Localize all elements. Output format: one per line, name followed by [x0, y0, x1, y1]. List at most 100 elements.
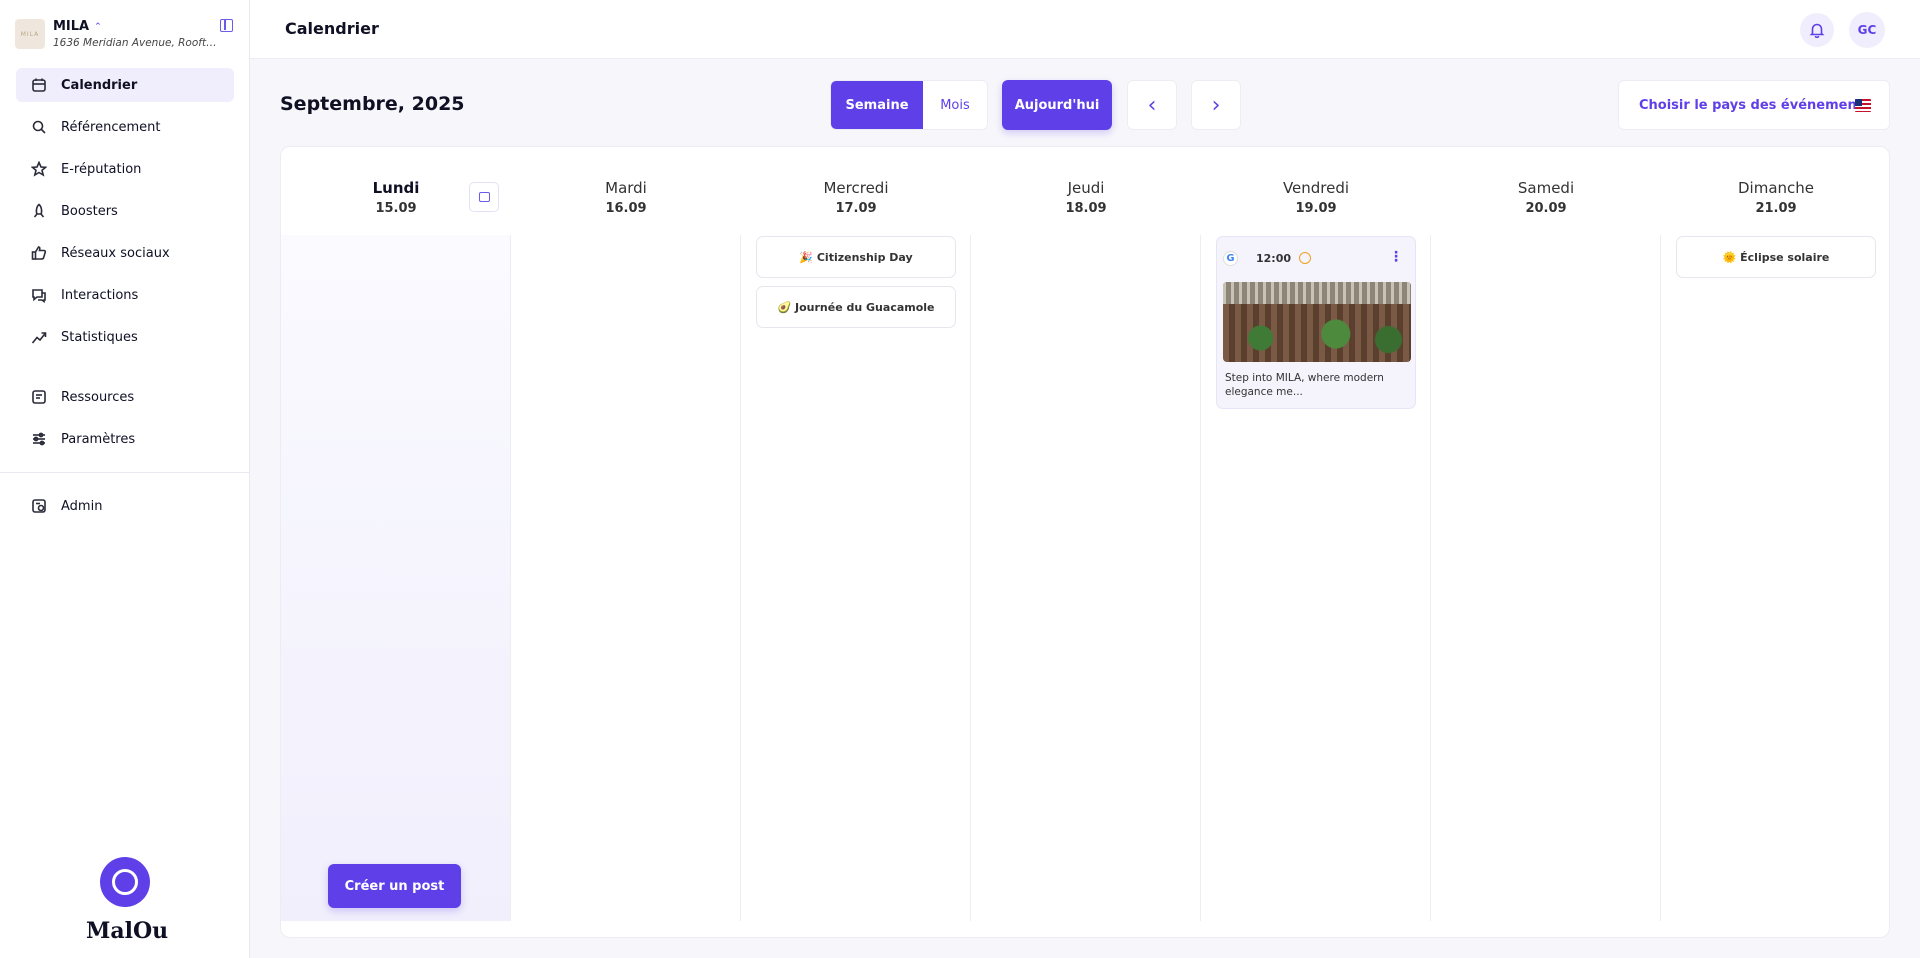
day-date: 17.09: [835, 201, 877, 216]
page-title: Calendrier: [285, 19, 379, 38]
week-calendar: Lundi 15.09 Mardi 16.09 Mercredi 17.09 🎉…: [280, 146, 1890, 938]
sidebar-item-reseaux-sociaux[interactable]: Réseaux sociaux: [16, 236, 234, 270]
day-body[interactable]: [511, 235, 741, 921]
calendar-icon: [478, 192, 490, 202]
day-name: Vendredi: [1282, 179, 1350, 197]
restaurant-address: 1636 Meridian Avenue, Rooftop...: [53, 37, 218, 49]
create-post-button[interactable]: Créer un post: [328, 864, 461, 908]
restaurant-name-text: MILA: [53, 19, 90, 34]
restaurant-selector[interactable]: MILA MILA ⌃ 1636 Meridian Avenue, Roofto…: [15, 14, 235, 54]
sidebar-item-parametres[interactable]: Paramètres: [16, 422, 234, 456]
admin-icon: [32, 499, 46, 513]
post-header: G 12:00 ⋮: [1223, 250, 1411, 266]
sidebar-item-admin[interactable]: Admin: [16, 489, 234, 523]
scheduled-post-card[interactable]: G 12:00 ⋮ Step into MILA, where modern e…: [1216, 236, 1416, 409]
event-chip-guacamole-day[interactable]: 🥑 Journée du Guacamole: [756, 286, 956, 328]
day-name: Jeudi: [1067, 179, 1105, 197]
day-body[interactable]: [281, 235, 511, 921]
date-picker-button[interactable]: [469, 182, 499, 212]
day-header: Mercredi 17.09: [741, 147, 971, 235]
day-name: Mardi: [605, 179, 647, 197]
sidebar-item-label: E-réputation: [61, 161, 142, 177]
day-body[interactable]: G 12:00 ⋮ Step into MILA, where modern e…: [1201, 235, 1431, 921]
sidebar-item-statistiques[interactable]: Statistiques: [16, 320, 234, 354]
restaurant-logo: MILA: [15, 19, 45, 49]
sidebar-item-label: Admin: [61, 498, 103, 514]
view-toggle: Semaine Mois: [830, 80, 988, 130]
rocket-icon: [33, 203, 45, 218]
sidebar-item-label: Ressources: [61, 389, 135, 405]
day-date: 19.09: [1295, 201, 1337, 216]
event-chip-solar-eclipse[interactable]: 🌞 Éclipse solaire: [1676, 236, 1876, 278]
malou-wordmark: MalOu: [86, 918, 169, 944]
more-options-icon[interactable]: ⋮: [1389, 250, 1403, 264]
sidebar-divider: [0, 472, 250, 473]
today-button[interactable]: Aujourd'hui: [1002, 80, 1112, 130]
search-icon: [32, 120, 46, 134]
malou-logo-icon: [100, 857, 150, 907]
day-column-tuesday: Mardi 16.09: [511, 147, 741, 937]
sidebar-item-label: Référencement: [61, 119, 161, 135]
post-caption: Step into MILA, where modern elegance me…: [1225, 372, 1384, 398]
day-header: Samedi 20.09: [1431, 147, 1661, 235]
day-header: Jeudi 18.09: [971, 147, 1201, 235]
day-body[interactable]: 🌞 Éclipse solaire: [1661, 235, 1889, 921]
day-header: Lundi 15.09: [281, 147, 511, 235]
chevron-right-icon: ›: [1211, 92, 1221, 118]
sidebar-item-e-reputation[interactable]: E-réputation: [16, 152, 234, 186]
bell-icon: [1809, 23, 1825, 38]
day-body[interactable]: [1431, 235, 1661, 921]
chevron-updown-icon[interactable]: ⌃: [94, 22, 102, 32]
main-nav: Calendrier Référencement E-réputation Bo…: [16, 68, 234, 362]
chevron-left-icon: ‹: [1147, 92, 1157, 118]
day-column-thursday: Jeudi 18.09: [971, 147, 1201, 937]
day-body[interactable]: 🎉 Citizenship Day 🥑 Journée du Guacamole: [741, 235, 971, 921]
google-icon: G: [1223, 250, 1238, 266]
admin-nav: Admin: [16, 489, 234, 531]
secondary-nav: Ressources Paramètres: [16, 380, 234, 464]
sidebar-item-label: Interactions: [61, 287, 139, 303]
country-selector-label: Choisir le pays des événements: [1639, 97, 1871, 113]
trend-icon: [31, 332, 47, 344]
day-name: Samedi: [1517, 179, 1575, 197]
sidebar-item-referencement[interactable]: Référencement: [16, 110, 234, 144]
sidebar-item-interactions[interactable]: Interactions: [16, 278, 234, 312]
day-header: Dimanche 21.09: [1661, 147, 1889, 235]
sidebar-item-boosters[interactable]: Boosters: [16, 194, 234, 228]
previous-week-button[interactable]: ‹: [1127, 80, 1177, 130]
day-column-friday: Vendredi 19.09 G 12:00 ⋮ Step into MILA,…: [1201, 147, 1431, 937]
sliders-icon: [33, 432, 45, 446]
day-column-monday: Lundi 15.09: [281, 147, 511, 937]
day-name: Dimanche: [1737, 179, 1814, 197]
collapse-sidebar-icon[interactable]: [220, 19, 233, 32]
sidebar: MILA MILA ⌃ 1636 Meridian Avenue, Roofto…: [0, 0, 250, 958]
resources-icon: [32, 390, 46, 404]
sidebar-item-ressources[interactable]: Ressources: [16, 380, 234, 414]
event-chip-citizenship-day[interactable]: 🎉 Citizenship Day: [756, 236, 956, 278]
event-country-selector[interactable]: Choisir le pays des événements: [1618, 80, 1890, 130]
day-date: 16.09: [605, 201, 647, 216]
month-title: Septembre, 2025: [280, 93, 465, 115]
day-date: 20.09: [1525, 201, 1567, 216]
day-date: 18.09: [1065, 201, 1107, 216]
calendar-icon: [32, 78, 46, 92]
day-column-sunday: Dimanche 21.09 🌞 Éclipse solaire: [1661, 147, 1889, 937]
sidebar-item-label: Boosters: [61, 203, 118, 219]
day-date: 21.09: [1755, 201, 1797, 216]
day-body[interactable]: [971, 235, 1201, 921]
sidebar-item-label: Paramètres: [61, 431, 136, 447]
sidebar-item-calendrier[interactable]: Calendrier: [16, 68, 234, 102]
post-image: [1223, 282, 1411, 362]
restaurant-name: MILA ⌃: [53, 19, 218, 34]
notifications-button[interactable]: [1800, 13, 1834, 47]
star-icon: [31, 161, 47, 177]
user-avatar[interactable]: GC: [1849, 12, 1885, 48]
chat-icon: [32, 289, 46, 303]
day-column-saturday: Samedi 20.09: [1431, 147, 1661, 937]
next-week-button[interactable]: ›: [1191, 80, 1241, 130]
month-view-button[interactable]: Mois: [923, 81, 987, 129]
top-bar: Calendrier GC: [250, 0, 1920, 59]
day-name: Mercredi: [823, 179, 889, 197]
thumbs-up-icon: [31, 246, 47, 260]
week-view-button[interactable]: Semaine: [831, 81, 923, 129]
